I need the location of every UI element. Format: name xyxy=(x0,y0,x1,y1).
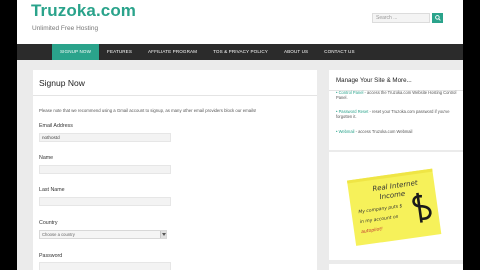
name-field[interactable] xyxy=(39,165,171,174)
email-value: nothostd xyxy=(42,135,60,140)
income-banner[interactable]: Real Internet Income My company puts $ i… xyxy=(329,152,463,260)
country-value: Choose a country xyxy=(42,232,75,237)
email-field[interactable]: nothostd xyxy=(39,133,171,142)
nav-features[interactable]: FEATURES xyxy=(99,44,140,60)
divider xyxy=(33,95,317,96)
password-field[interactable] xyxy=(39,262,171,270)
control-panel-link[interactable]: Control Panel xyxy=(339,90,364,95)
site-title[interactable]: Truzoka.com xyxy=(31,1,136,21)
last-name-field[interactable] xyxy=(39,197,171,206)
sticky-note-image: Real Internet Income My company puts $ i… xyxy=(346,168,442,246)
gmail-notice: Please note that we recommend using a Gm… xyxy=(39,108,257,113)
site-tagline: Unlimited Free Hosting xyxy=(32,25,99,32)
sidebar-item-password-reset: • Password Reset - reset your Truzoka.co… xyxy=(336,109,458,120)
country-select[interactable]: Choose a country xyxy=(39,230,167,239)
search-icon xyxy=(434,15,441,21)
nav-contact-us[interactable]: CONTACT US xyxy=(316,44,362,60)
signup-panel: Signup Now Please note that we recommend… xyxy=(33,70,317,270)
nav-affiliate-program[interactable]: AFFILIATE PROGRAM xyxy=(140,44,205,60)
nav-signup-now[interactable]: SIGNUP NOW xyxy=(52,44,100,60)
password-reset-link[interactable]: Password Reset xyxy=(339,109,369,114)
sidebar-widget xyxy=(329,264,463,270)
sidebar-item-webmail: • Webmail - access Truzoka.com Webmail xyxy=(336,129,458,134)
name-label: Name xyxy=(39,155,54,161)
search-input[interactable]: Search ... xyxy=(372,13,430,23)
page: Truzoka.com Unlimited Free Hosting Searc… xyxy=(17,0,463,270)
sidebar-item-control-panel: • Control Panel - access the Truzoka.com… xyxy=(336,90,458,101)
email-label: Email Address xyxy=(39,123,73,129)
last-name-label: Last Name xyxy=(39,187,65,193)
webmail-link[interactable]: Webmail xyxy=(339,129,355,134)
nav-tos-privacy[interactable]: TOS & PRIVACY POLICY xyxy=(205,44,276,60)
main-nav: SIGNUP NOW FEATURES AFFILIATE PROGRAM TO… xyxy=(17,44,463,60)
search-placeholder: Search ... xyxy=(376,15,398,21)
chevron-down-icon[interactable] xyxy=(160,231,166,238)
site-header: Truzoka.com Unlimited Free Hosting Searc… xyxy=(17,0,463,44)
webmail-desc: - access Truzoka.com Webmail xyxy=(354,129,413,134)
country-label: Country xyxy=(39,220,58,226)
search-button[interactable] xyxy=(432,13,443,23)
widget-title: Manage Your Site & More... xyxy=(336,77,412,84)
page-title: Signup Now xyxy=(39,78,85,88)
password-label: Password xyxy=(39,253,63,259)
nav-about-us[interactable]: ABOUT US xyxy=(276,44,316,60)
manage-site-widget: Manage Your Site & More... • Control Pan… xyxy=(329,70,463,150)
